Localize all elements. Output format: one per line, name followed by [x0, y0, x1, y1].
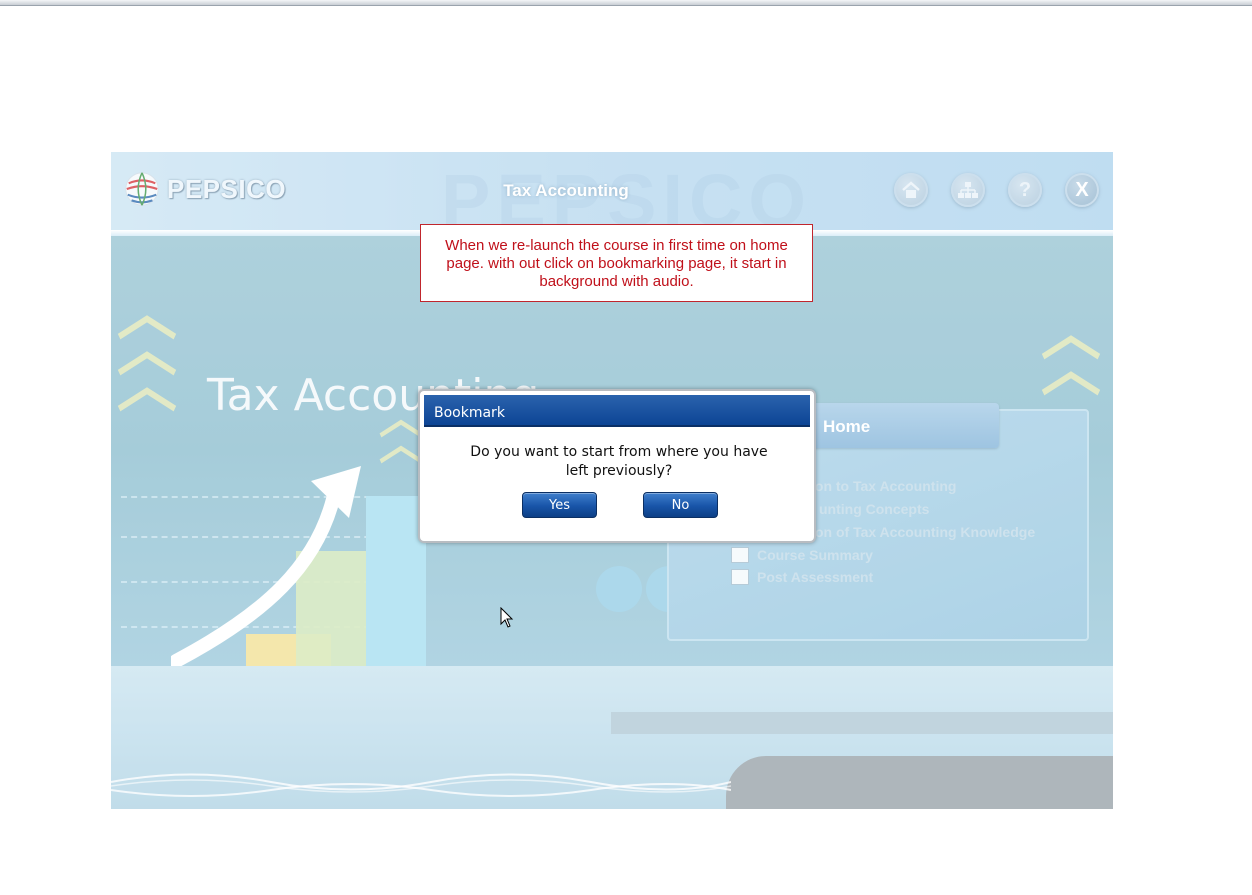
mouse-cursor-icon [500, 607, 514, 628]
yes-button[interactable]: Yes [522, 492, 597, 518]
dialog-title: Bookmark [424, 395, 810, 427]
browser-top-strip [0, 0, 1252, 6]
annotation-note: When we re-launch the course in first ti… [420, 224, 813, 302]
annotation-text: When we re-launch the course in first ti… [445, 237, 788, 290]
bookmark-dialog: Bookmark Do you want to start from where… [418, 389, 816, 543]
dialog-message: Do you want to start from where you have… [470, 444, 768, 479]
no-button[interactable]: No [643, 492, 718, 518]
